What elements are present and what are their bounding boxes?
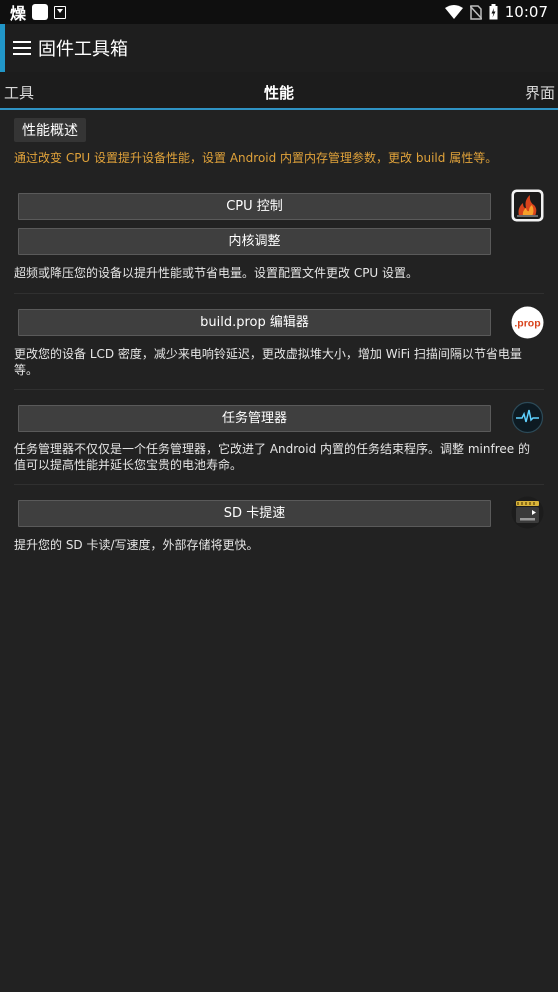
battery-charging-icon [489,4,498,20]
divider [14,484,544,485]
drawer-edge-indicator[interactable] [0,24,5,72]
app-title: 固件工具箱 [38,39,128,60]
no-sim-icon [469,4,482,20]
wifi-icon [444,5,463,19]
action-bar: 固件工具箱 [0,24,558,72]
sd-card-speed-button[interactable]: SD 卡提速 [18,500,491,527]
prop-icon[interactable]: .prop [511,306,544,339]
section-title-performance-overview: 性能概述 [14,118,86,142]
task-manager-description-line1: 任务管理器不仅仅是一个任务管理器，它改进了 Android 内置的任务结束程序。… [14,442,530,456]
tab-bar: 工具 性能 界面 [0,72,558,110]
cpu-flame-icon[interactable] [511,189,544,222]
buildprop-description-line1: 更改您的设备 LCD 密度，减少来电响铃延迟，更改虚拟堆大小，增加 WiFi 扫… [14,347,522,361]
tab-performance[interactable]: 性能 [0,82,558,103]
divider [14,293,544,294]
sd-card-icon[interactable] [511,496,544,529]
task-manager-description-line2: 值可以提高性能并延长您宝贵的电池寿命。 [14,458,243,472]
pulse-monitor-icon[interactable] [511,401,544,434]
overview-description: 通过改变 CPU 设置提升设备性能，设置 Android 内置内存管理参数，更改… [14,151,498,165]
notification-glyph-icon: 燥 [10,4,27,23]
buildprop-description-line2: 等。 [14,363,39,377]
menu-icon[interactable] [13,41,31,55]
task-manager-description: 任务管理器不仅仅是一个任务管理器，它改进了 Android 内置的任务结束程序。… [14,441,544,473]
app-root: 燥 10:07 固件工具箱 工具 性能 界面 性能概述 通过改变 CPU 设置提… [0,0,558,992]
sd-card-description: 提升您的 SD 卡读/写速度，外部存储将更快。 [14,538,259,552]
prop-icon-text: .prop [514,318,540,330]
cpu-control-button[interactable]: CPU 控制 [18,193,491,220]
divider [14,389,544,390]
cpu-description: 超频或降压您的设备以提升性能或节省电量。设置配置文件更改 CPU 设置。 [14,266,419,280]
kernel-tuning-button[interactable]: 内核调整 [18,228,491,255]
buildprop-description: 更改您的设备 LCD 密度，减少来电响铃延迟，更改虚拟堆大小，增加 WiFi 扫… [14,346,544,378]
tab-interface[interactable]: 界面 [525,82,555,103]
buildprop-editor-button[interactable]: build.prop 编辑器 [18,309,491,336]
status-bar: 燥 10:07 [0,0,558,24]
status-left-icons: 燥 [10,0,67,24]
notification-box-icon [54,5,67,19]
task-manager-button[interactable]: 任务管理器 [18,405,491,432]
notification-square-icon [32,4,49,20]
status-right-icons: 10:07 [444,3,548,21]
status-time: 10:07 [504,3,548,21]
